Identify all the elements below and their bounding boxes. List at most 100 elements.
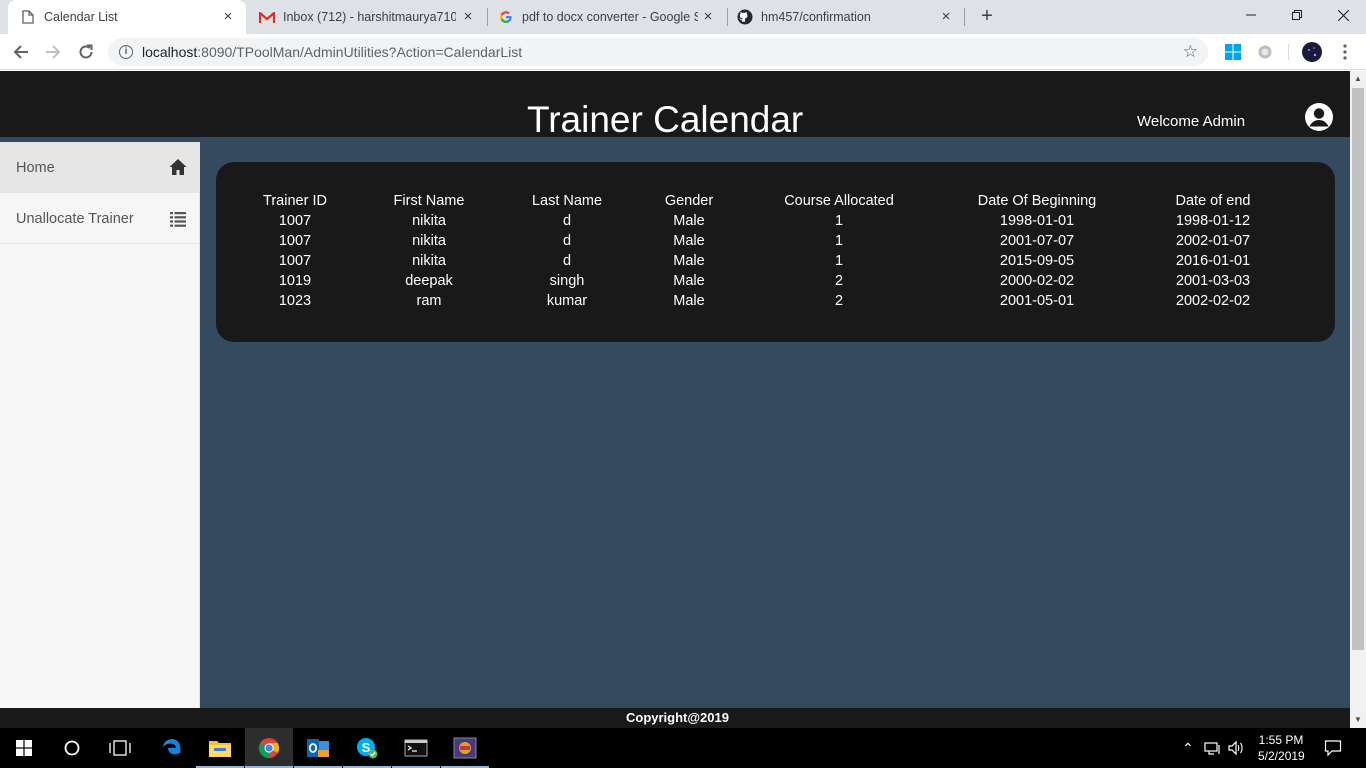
gmail-icon: [259, 12, 275, 23]
column-header-course-allocated: Course Allocated: [784, 193, 894, 209]
tab-title: pdf to docx converter - Google S: [522, 10, 698, 24]
tray-clock[interactable]: 1:55 PM 5/2/2019: [1258, 732, 1305, 764]
page-header: Trainer Calendar Welcome Admin: [0, 71, 1350, 140]
start-button[interactable]: [0, 728, 48, 768]
cortana-circle-icon: [64, 740, 80, 756]
cell-trainer-id: 1019: [278, 273, 312, 289]
chrome-icon: [258, 738, 280, 759]
search-button[interactable]: [48, 728, 96, 768]
chevron-up-icon[interactable]: ⌃: [1182, 740, 1194, 757]
cell-course-allocated: 1: [834, 253, 844, 269]
cell-gender: Male: [673, 293, 705, 309]
new-tab-button[interactable]: +: [976, 6, 998, 28]
arrow-right-icon: [46, 45, 61, 59]
taskbar-app[interactable]: [441, 728, 489, 768]
column-header-date-of-end: Date of end: [1175, 193, 1251, 209]
cell-first-name: ram: [416, 293, 442, 309]
minimize-icon: [1246, 14, 1256, 16]
cell-date-of-end: 2002-01-07: [1175, 233, 1251, 249]
taskbar-chrome[interactable]: [245, 728, 293, 768]
volume-icon[interactable]: [1227, 740, 1245, 756]
terminal-icon: [404, 739, 428, 757]
restore-button[interactable]: [1274, 0, 1320, 30]
tab-github[interactable]: hm457/confirmation ×: [728, 0, 964, 34]
url-text[interactable]: localhost:8090/TPoolMan/AdminUtilities?A…: [142, 44, 522, 60]
info-icon[interactable]: i: [119, 45, 133, 59]
close-window-button[interactable]: [1320, 0, 1366, 30]
cell-date-of-beginning: 1998-01-01: [999, 213, 1075, 229]
toolbar-divider: [1288, 44, 1289, 60]
cell-last-name: kumar: [546, 293, 588, 309]
notification-center-icon[interactable]: [1324, 739, 1342, 757]
cell-gender: Male: [673, 253, 705, 269]
column-header-gender: Gender: [664, 193, 714, 209]
page-scrollbar[interactable]: ▲ ▼: [1350, 71, 1366, 728]
cell-trainer-id: 1007: [278, 253, 312, 269]
task-view-button[interactable]: [96, 728, 144, 768]
github-icon: [737, 9, 753, 25]
sidebar-item-unallocate-trainer[interactable]: Unallocate Trainer: [0, 193, 200, 244]
taskbar-outlook[interactable]: [294, 728, 342, 768]
user-avatar-icon[interactable]: [1304, 102, 1334, 132]
cell-course-allocated: 2: [834, 273, 844, 289]
profile-avatar-icon[interactable]: [1302, 42, 1322, 62]
table-row: 1007 nikita d Male 1 1998-01-01 1998-01-…: [244, 211, 1274, 231]
minimize-button[interactable]: [1228, 0, 1274, 30]
cell-date-of-end: 1998-01-12: [1175, 213, 1251, 229]
cell-last-name: d: [562, 213, 572, 229]
reload-button[interactable]: [74, 40, 98, 64]
table-row: 1007 nikita d Male 1 2001-07-07 2002-01-…: [244, 231, 1274, 251]
close-icon[interactable]: ×: [220, 9, 236, 25]
windows-logo-icon: [16, 740, 32, 756]
scroll-thumb[interactable]: [1352, 88, 1364, 650]
cell-gender: Male: [673, 233, 705, 249]
tab-calendar-list[interactable]: Calendar List ×: [8, 0, 246, 34]
back-button[interactable]: [9, 40, 33, 64]
scroll-down-arrow-icon[interactable]: ▼: [1350, 712, 1366, 728]
app-tile-icon: [453, 737, 477, 759]
cell-course-allocated: 1: [834, 233, 844, 249]
windows-extension-icon[interactable]: [1224, 43, 1242, 61]
page-footer: Copyright@2019: [0, 708, 1350, 728]
sidebar-item-home[interactable]: Home: [0, 142, 200, 193]
menu-kebab-icon[interactable]: [1336, 43, 1354, 61]
bookmark-star-icon[interactable]: ☆: [1183, 42, 1198, 62]
browser-tab-strip: Calendar List × Inbox (712) - harshitmau…: [0, 0, 1366, 34]
tab-inbox[interactable]: Inbox (712) - harshitmaurya710@ ×: [246, 0, 486, 34]
close-icon[interactable]: ×: [700, 9, 716, 25]
welcome-text: Welcome Admin: [1137, 113, 1246, 130]
cell-date-of-beginning: 2001-07-07: [999, 233, 1075, 249]
taskbar-skype[interactable]: S: [343, 728, 391, 768]
arrow-left-icon: [13, 45, 28, 59]
tray-time: 1:55 PM: [1258, 733, 1304, 747]
cell-trainer-id: 1007: [278, 233, 312, 249]
close-icon: [1337, 9, 1349, 21]
cell-date-of-end: 2002-02-02: [1175, 293, 1251, 309]
close-icon[interactable]: ×: [460, 9, 476, 25]
page-viewport: Trainer Calendar Welcome Admin Home Unal…: [0, 71, 1350, 728]
tab-title: Inbox (712) - harshitmaurya710@: [283, 10, 456, 24]
column-header-first-name: First Name: [393, 193, 465, 209]
column-header-trainer-id: Trainer ID: [263, 193, 327, 209]
tab-google-search[interactable]: pdf to docx converter - Google S ×: [488, 0, 726, 34]
cell-last-name: d: [562, 233, 572, 249]
cell-date-of-end: 2016-01-01: [1175, 253, 1251, 269]
cell-date-of-beginning: 2001-05-01: [999, 293, 1075, 309]
scroll-up-arrow-icon[interactable]: ▲: [1350, 71, 1366, 87]
network-icon[interactable]: [1204, 741, 1222, 755]
tab-title: hm457/confirmation: [761, 10, 871, 24]
taskbar-edge[interactable]: [148, 728, 196, 768]
restore-icon: [1292, 10, 1302, 20]
outlook-icon: [307, 739, 329, 757]
taskbar-command-prompt[interactable]: [392, 728, 440, 768]
address-bar[interactable]: i localhost:8090/TPoolMan/AdminUtilities…: [108, 38, 1208, 66]
close-icon[interactable]: ×: [938, 9, 954, 25]
cell-trainer-id: 1007: [278, 213, 312, 229]
extension-circle-icon[interactable]: [1256, 43, 1274, 61]
cell-date-of-beginning: 2000-02-02: [999, 273, 1075, 289]
tab-title: Calendar List: [44, 10, 118, 24]
forward-button[interactable]: [41, 40, 65, 64]
calendar-table: Trainer ID First Name Last Name Gender C…: [244, 191, 1274, 311]
taskbar-file-explorer[interactable]: [196, 728, 244, 768]
google-icon: [500, 11, 512, 23]
